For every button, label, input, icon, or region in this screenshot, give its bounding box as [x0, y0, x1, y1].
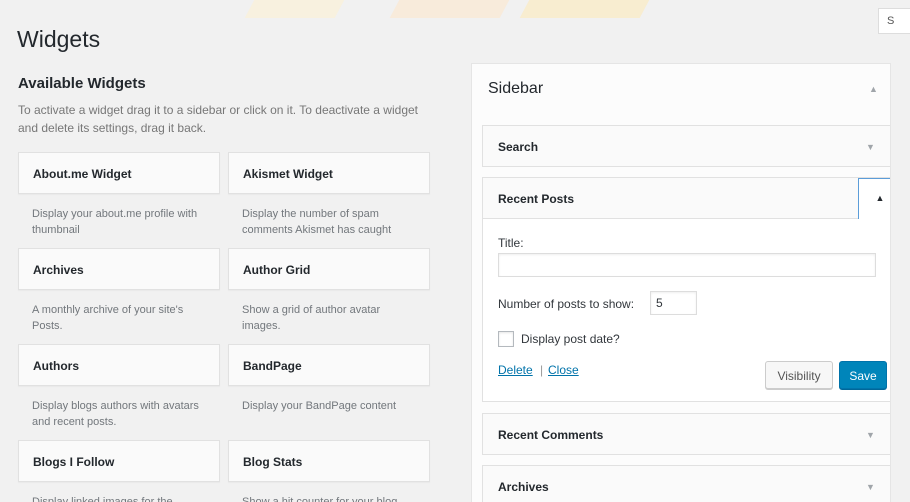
- sidebar-widget-title: Search: [498, 140, 539, 154]
- sidebar-widget-recent-comments[interactable]: Recent Comments ▼: [482, 413, 890, 455]
- number-of-posts-input[interactable]: [650, 291, 697, 315]
- number-of-posts-label: Number of posts to show:: [498, 297, 635, 311]
- widget-author-grid[interactable]: Author Grid Show a grid of author avatar…: [228, 248, 430, 334]
- chevron-down-icon[interactable]: ▼: [866, 142, 875, 152]
- title-label: Title:: [498, 236, 524, 250]
- widget-bandpage[interactable]: BandPage Display your BandPage content: [228, 344, 430, 414]
- save-button[interactable]: Save: [839, 361, 887, 389]
- title-input[interactable]: [498, 253, 876, 277]
- widget-description: Display blogs authors with avatars and r…: [32, 400, 199, 428]
- widget-title[interactable]: Blog Stats: [228, 440, 430, 482]
- sidebar-widget-search[interactable]: Search ▼: [482, 125, 890, 167]
- widget-description: Display the number of spam comments Akis…: [242, 208, 392, 236]
- page-title: Widgets: [17, 26, 101, 52]
- widget-description: A monthly archive of your site's Posts.: [32, 304, 184, 332]
- screen-options-button[interactable]: S: [878, 8, 910, 34]
- sidebar-widget-title: Recent Posts: [498, 192, 575, 206]
- close-link[interactable]: Close: [548, 363, 579, 377]
- widget-toggle-button[interactable]: ▲: [858, 178, 890, 220]
- widget-archives[interactable]: Archives A monthly archive of your site'…: [18, 248, 220, 334]
- delete-link[interactable]: Delete: [498, 363, 533, 377]
- sidebar-widget-title: Archives: [498, 480, 549, 494]
- widget-title[interactable]: About.me Widget: [18, 152, 220, 194]
- available-widgets-title: Available Widgets: [18, 75, 146, 92]
- widget-title[interactable]: Author Grid: [228, 248, 430, 290]
- widget-title[interactable]: Akismet Widget: [228, 152, 430, 194]
- collapse-sidebar-icon[interactable]: ▲: [869, 84, 878, 94]
- recent-posts-settings-form: Title: Number of posts to show: Display …: [482, 219, 890, 402]
- widget-description: Show a hit counter for your blog: [242, 496, 398, 502]
- widget-blogs-i-follow[interactable]: Blogs I Follow Display linked images for…: [18, 440, 220, 502]
- display-post-date-checkbox[interactable]: [498, 331, 514, 347]
- available-widgets-description: To activate a widget drag it to a sideba…: [18, 103, 418, 135]
- widget-authors[interactable]: Authors Display blogs authors with avata…: [18, 344, 220, 430]
- sidebar-title[interactable]: Sidebar: [488, 80, 543, 98]
- sidebar-widget-archives[interactable]: Archives ▼: [482, 465, 890, 502]
- widget-description: Display your about.me profile with thumb…: [32, 208, 198, 236]
- chevron-down-icon[interactable]: ▼: [866, 430, 875, 440]
- display-post-date-label: Display post date?: [521, 332, 620, 346]
- sidebar-widget-area: Sidebar ▲ Search ▼ Recent Posts ▲ Title:…: [471, 63, 891, 502]
- widget-akismet[interactable]: Akismet Widget Display the number of spa…: [228, 152, 430, 238]
- link-separator: |: [540, 363, 544, 377]
- widget-title[interactable]: BandPage: [228, 344, 430, 386]
- widget-blog-stats[interactable]: Blog Stats Show a hit counter for your b…: [228, 440, 430, 502]
- widget-description: Display your BandPage content: [242, 400, 397, 412]
- widget-title[interactable]: Blogs I Follow: [18, 440, 220, 482]
- widget-about-me[interactable]: About.me Widget Display your about.me pr…: [18, 152, 220, 238]
- widget-title[interactable]: Archives: [18, 248, 220, 290]
- widget-description: Display linked images for the: [32, 496, 173, 502]
- sidebar-widget-title: Recent Comments: [498, 428, 604, 442]
- sidebar-widget-recent-posts[interactable]: Recent Posts ▲: [482, 177, 890, 220]
- header-decoration: [0, 0, 910, 18]
- chevron-down-icon[interactable]: ▼: [866, 482, 875, 492]
- widget-title[interactable]: Authors: [18, 344, 220, 386]
- chevron-up-icon: ▲: [875, 193, 885, 203]
- widget-description: Show a grid of author avatar images.: [242, 304, 381, 332]
- visibility-button[interactable]: Visibility: [765, 361, 833, 389]
